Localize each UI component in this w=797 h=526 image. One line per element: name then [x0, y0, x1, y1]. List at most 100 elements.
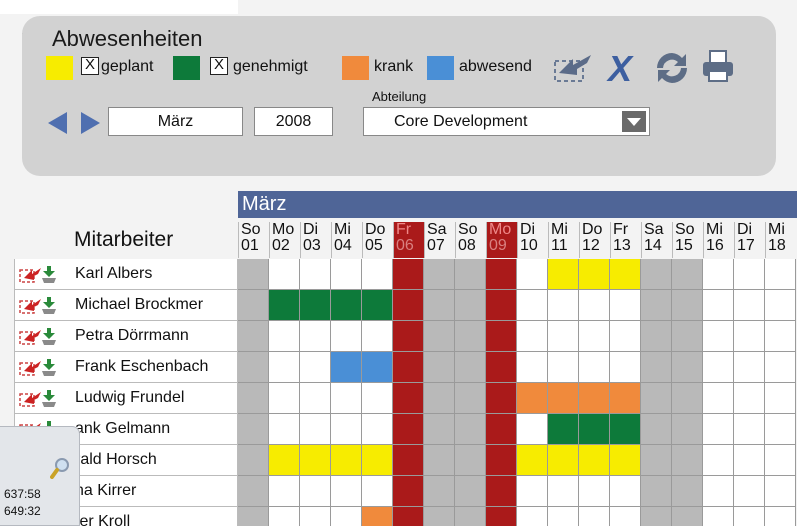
day-cell[interactable]: [300, 321, 331, 352]
day-cell[interactable]: [331, 507, 362, 526]
day-cell[interactable]: [362, 445, 393, 476]
day-cell[interactable]: [517, 321, 548, 352]
day-cell[interactable]: [455, 352, 486, 383]
day-cell[interactable]: [269, 445, 300, 476]
day-cell[interactable]: [486, 259, 517, 290]
day-cell[interactable]: [672, 414, 703, 445]
day-cell[interactable]: [486, 476, 517, 507]
day-cell[interactable]: [517, 445, 548, 476]
day-cell[interactable]: [641, 445, 672, 476]
next-month-arrow-icon[interactable]: [81, 112, 100, 134]
day-cell[interactable]: [486, 414, 517, 445]
day-cell[interactable]: [238, 414, 269, 445]
day-cell[interactable]: [610, 352, 641, 383]
refresh-icon[interactable]: [652, 49, 692, 92]
day-cell[interactable]: [269, 321, 300, 352]
day-cell[interactable]: [765, 414, 796, 445]
delete-x-icon[interactable]: X: [604, 48, 644, 90]
day-cell[interactable]: [734, 476, 765, 507]
day-cell[interactable]: [455, 476, 486, 507]
day-cell[interactable]: [672, 476, 703, 507]
day-cell[interactable]: [269, 352, 300, 383]
day-cell[interactable]: [672, 445, 703, 476]
day-cell[interactable]: [703, 259, 734, 290]
day-cell[interactable]: [548, 352, 579, 383]
export-icon[interactable]: [553, 49, 599, 88]
day-cell[interactable]: [765, 383, 796, 414]
day-cell[interactable]: [548, 414, 579, 445]
day-cell[interactable]: [579, 383, 610, 414]
day-cell[interactable]: [734, 290, 765, 321]
day-cell[interactable]: [641, 321, 672, 352]
previous-month-arrow-icon[interactable]: [48, 112, 67, 134]
day-cell[interactable]: [331, 476, 362, 507]
day-cell[interactable]: [734, 259, 765, 290]
day-cell[interactable]: [765, 507, 796, 526]
employee-row[interactable]: Petra Dörrmann: [14, 321, 238, 352]
export-import-icon[interactable]: [19, 264, 63, 289]
day-cell[interactable]: [486, 445, 517, 476]
day-cell[interactable]: [269, 383, 300, 414]
day-cell[interactable]: [300, 352, 331, 383]
day-cell[interactable]: [517, 414, 548, 445]
day-cell[interactable]: [238, 476, 269, 507]
checkbox-genehmigt[interactable]: X: [210, 57, 228, 75]
day-cell[interactable]: [641, 259, 672, 290]
day-cell[interactable]: [672, 321, 703, 352]
export-import-icon[interactable]: [19, 295, 63, 320]
day-cell[interactable]: [238, 259, 269, 290]
day-cell[interactable]: [703, 414, 734, 445]
day-cell[interactable]: [393, 290, 424, 321]
day-cell[interactable]: [393, 414, 424, 445]
day-cell[interactable]: [331, 321, 362, 352]
day-cell[interactable]: [579, 507, 610, 526]
day-cell[interactable]: [455, 259, 486, 290]
day-cell[interactable]: [362, 476, 393, 507]
day-cell[interactable]: [424, 414, 455, 445]
day-cell[interactable]: [486, 352, 517, 383]
day-cell[interactable]: [393, 321, 424, 352]
day-cell[interactable]: [517, 507, 548, 526]
day-cell[interactable]: [424, 476, 455, 507]
day-cell[interactable]: [765, 476, 796, 507]
day-cell[interactable]: [486, 507, 517, 526]
department-select[interactable]: Core Development: [363, 107, 650, 136]
day-cell[interactable]: [548, 259, 579, 290]
day-cell[interactable]: [672, 290, 703, 321]
day-cell[interactable]: [517, 383, 548, 414]
day-cell[interactable]: [641, 290, 672, 321]
day-cell[interactable]: [641, 507, 672, 526]
day-cell[interactable]: [393, 476, 424, 507]
day-cell[interactable]: [362, 352, 393, 383]
day-cell[interactable]: [734, 414, 765, 445]
day-cell[interactable]: [455, 383, 486, 414]
day-cell[interactable]: [362, 321, 393, 352]
day-cell[interactable]: [300, 414, 331, 445]
employee-row[interactable]: Karl Albers: [14, 259, 238, 290]
day-cell[interactable]: [765, 259, 796, 290]
day-cell[interactable]: [331, 383, 362, 414]
day-cell[interactable]: [517, 476, 548, 507]
day-cell[interactable]: [641, 476, 672, 507]
day-cell[interactable]: [331, 445, 362, 476]
day-cell[interactable]: [331, 414, 362, 445]
day-cell[interactable]: [703, 476, 734, 507]
day-cell[interactable]: [424, 259, 455, 290]
month-field[interactable]: März: [108, 107, 243, 136]
day-cell[interactable]: [424, 290, 455, 321]
day-cell[interactable]: [424, 321, 455, 352]
day-cell[interactable]: [517, 290, 548, 321]
day-cell[interactable]: [455, 507, 486, 526]
day-cell[interactable]: [641, 352, 672, 383]
day-cell[interactable]: [517, 352, 548, 383]
day-cell[interactable]: [734, 383, 765, 414]
day-cell[interactable]: [672, 352, 703, 383]
day-cell[interactable]: [672, 383, 703, 414]
day-cell[interactable]: [610, 476, 641, 507]
day-cell[interactable]: [331, 290, 362, 321]
day-cell[interactable]: [486, 290, 517, 321]
day-cell[interactable]: [703, 507, 734, 526]
day-cell[interactable]: [517, 259, 548, 290]
employee-row[interactable]: Ludwig Frundel: [14, 383, 238, 414]
day-cell[interactable]: [548, 445, 579, 476]
